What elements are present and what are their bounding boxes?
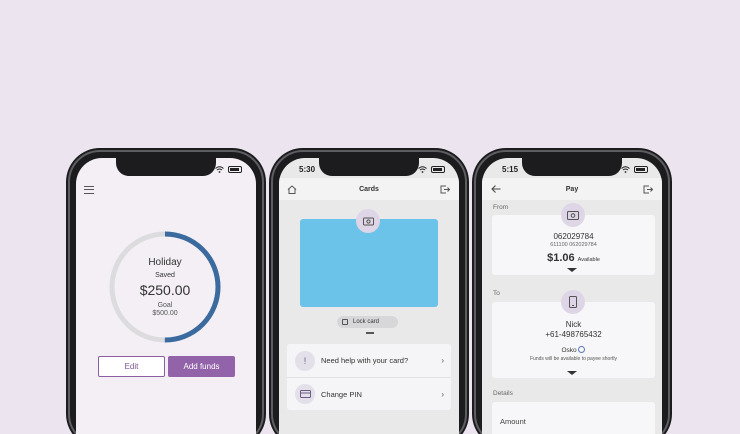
goal-label: Goal [157,302,173,309]
page-indicator [366,332,374,334]
screen: 5:30 Cards Lock card ! Need help with yo… [279,158,459,434]
payee-badge [561,290,585,314]
list-item-label: Change PIN [321,389,362,399]
list-item-label: Need help with your card? [321,356,409,365]
chevron-right-icon: › [441,356,444,365]
goal-title: Holiday [148,257,182,268]
page-title: Cards [359,186,379,193]
list-item-help[interactable]: ! Need help with your card? › [287,344,451,377]
phone-savings-goal: Holiday Saved $250.00 Goal $500.00 Edit … [66,148,266,434]
card-badge [356,209,380,233]
money-icon [362,217,374,225]
osko-label: Osko [561,347,577,354]
battery-icon [634,166,648,173]
saved-label: Saved [155,272,175,279]
list-item-change-pin[interactable]: Change PIN › [287,377,451,410]
osko-row: Osko [492,346,655,354]
lock-card-label: Lock card [353,319,380,325]
goal-amount: $500.00 [152,310,178,317]
account-badge [561,203,585,227]
lock-icon [342,319,348,325]
wallet-icon [567,210,579,220]
to-label: To [493,290,500,297]
notch [116,158,216,176]
payee-note: Funds will be available to payee shortly [530,356,617,362]
status-time: 5:15 [502,165,519,174]
payee-name: Nick [565,320,582,329]
chevron-right-icon: › [441,389,444,399]
status-time: 5:30 [299,165,316,174]
add-funds-button[interactable]: Add funds [168,356,235,377]
battery-icon [431,166,445,173]
phone-cards: 5:30 Cards Lock card ! Need help with yo… [269,148,469,434]
card-icon [295,384,315,404]
details-label: Details [493,390,513,397]
wifi-icon [621,166,630,173]
balance-amount: $1.06 [547,252,575,264]
screen: 5:15 Pay From 062029784 611100 062029784… [482,158,662,434]
goal-summary: Holiday Saved $250.00 Goal $500.00 [108,230,222,344]
page-title: Pay [565,186,579,193]
saved-amount: $250.00 [139,282,191,298]
logout-icon[interactable] [643,185,653,194]
balance-suffix: Available [577,257,600,263]
help-icon: ! [295,350,315,371]
from-label: From [493,204,509,211]
logout-icon[interactable] [440,185,450,194]
wifi-icon [418,166,427,173]
options-list: ! Need help with your card? › Change PIN… [287,344,451,410]
screen: Holiday Saved $250.00 Goal $500.00 Edit … [76,158,256,434]
account-number: 062029784 [553,232,594,241]
mobile-phone-icon [569,296,577,308]
menu-icon[interactable] [84,186,94,194]
lock-card-toggle[interactable]: Lock card [337,316,398,328]
bsb-line: 611100 062029784 [550,242,597,248]
chevron-down-icon[interactable] [567,371,577,375]
payee-phone: +61-498765432 [545,330,602,339]
edit-button[interactable]: Edit [98,356,165,377]
chevron-down-icon[interactable] [567,268,577,272]
battery-icon [228,166,242,173]
notch [319,158,419,176]
osko-icon [578,346,586,353]
balance-row: $1.06 Available [492,252,655,264]
wifi-icon [215,166,224,173]
amount-label: Amount [500,417,526,426]
phone-pay: 5:15 Pay From 062029784 611100 062029784… [472,148,672,434]
amount-field[interactable]: Amount [492,402,655,434]
notch [522,158,622,176]
